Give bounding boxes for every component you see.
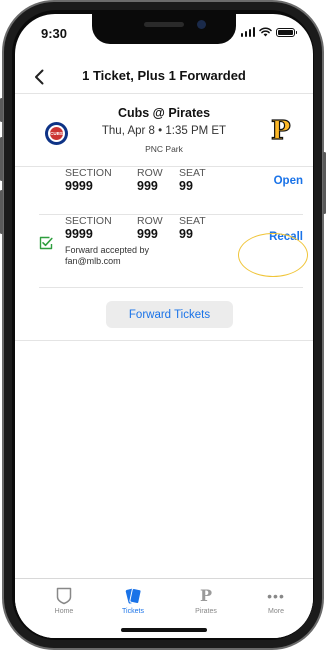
- row-label: ROW: [137, 167, 163, 179]
- seat-value: 99: [179, 227, 193, 241]
- row-label: ROW: [137, 215, 163, 227]
- nav-bar: 1 Ticket, Plus 1 Forwarded: [15, 60, 313, 94]
- game-matchup: Cubs @ Pirates: [117, 106, 211, 120]
- home-indicator: [121, 628, 207, 632]
- tab-home[interactable]: Home: [34, 587, 94, 615]
- divider: [15, 340, 313, 341]
- phone-frame: 9:30 1 Ticket, Plus 1 Forwarded CUBS Cub…: [0, 0, 326, 650]
- pirates-p-icon: P: [199, 586, 213, 605]
- row-value: 999: [137, 227, 158, 241]
- power-button: [323, 152, 326, 214]
- tab-label: More: [268, 608, 284, 615]
- seat-value: 99: [179, 179, 193, 193]
- section-value: 9999: [65, 227, 93, 241]
- recall-highlight-annotation: [238, 233, 308, 277]
- volume-down-button: [0, 190, 3, 234]
- forward-recipient-email: fan@mlb.com: [65, 256, 121, 266]
- forward-status-text: Forward accepted by: [65, 245, 150, 255]
- row-value: 999: [137, 179, 158, 193]
- seat-label: SEAT: [179, 167, 206, 179]
- wifi-icon: [259, 27, 272, 37]
- tab-label: Home: [54, 608, 74, 615]
- front-camera: [197, 20, 206, 29]
- pirates-logo-icon: P: [270, 116, 291, 146]
- screen: 9:30 1 Ticket, Plus 1 Forwarded CUBS Cub…: [15, 14, 313, 638]
- status-icons: [240, 27, 297, 37]
- tab-tickets[interactable]: Tickets: [103, 587, 163, 615]
- section-label: SECTION: [65, 215, 112, 227]
- mute-switch: [0, 98, 3, 122]
- seat-label: SEAT: [179, 215, 206, 227]
- cellular-signal-icon: [240, 27, 255, 37]
- more-dots-icon: •••: [267, 588, 285, 604]
- tab-label: Pirates: [195, 608, 217, 615]
- game-datetime: Thu, Apr 8 • 1:35 PM ET: [101, 125, 227, 137]
- tickets-icon: [125, 587, 142, 605]
- forward-tickets-button[interactable]: Forward Tickets: [106, 301, 233, 328]
- speaker-grille: [144, 22, 184, 27]
- volume-up-button: [0, 137, 3, 181]
- open-button[interactable]: Open: [274, 175, 303, 187]
- home-shield-icon: [56, 587, 72, 605]
- section-label: SECTION: [65, 167, 112, 179]
- game-header: CUBS Cubs @ Pirates Thu, Apr 8 • 1:35 PM…: [15, 94, 313, 167]
- game-venue: PNC Park: [145, 144, 183, 154]
- tab-pirates[interactable]: P Pirates: [176, 586, 236, 616]
- section-value: 9999: [65, 179, 93, 193]
- ticket-row[interactable]: SECTION ROW SEAT 9999 999 99 Open: [39, 167, 303, 215]
- battery-icon: [276, 27, 297, 37]
- page-title: 1 Ticket, Plus 1 Forwarded: [82, 68, 246, 83]
- notch: [92, 14, 236, 44]
- tab-more[interactable]: ••• More: [246, 587, 306, 615]
- tab-label: Tickets: [122, 608, 144, 615]
- status-time: 9:30: [41, 26, 68, 41]
